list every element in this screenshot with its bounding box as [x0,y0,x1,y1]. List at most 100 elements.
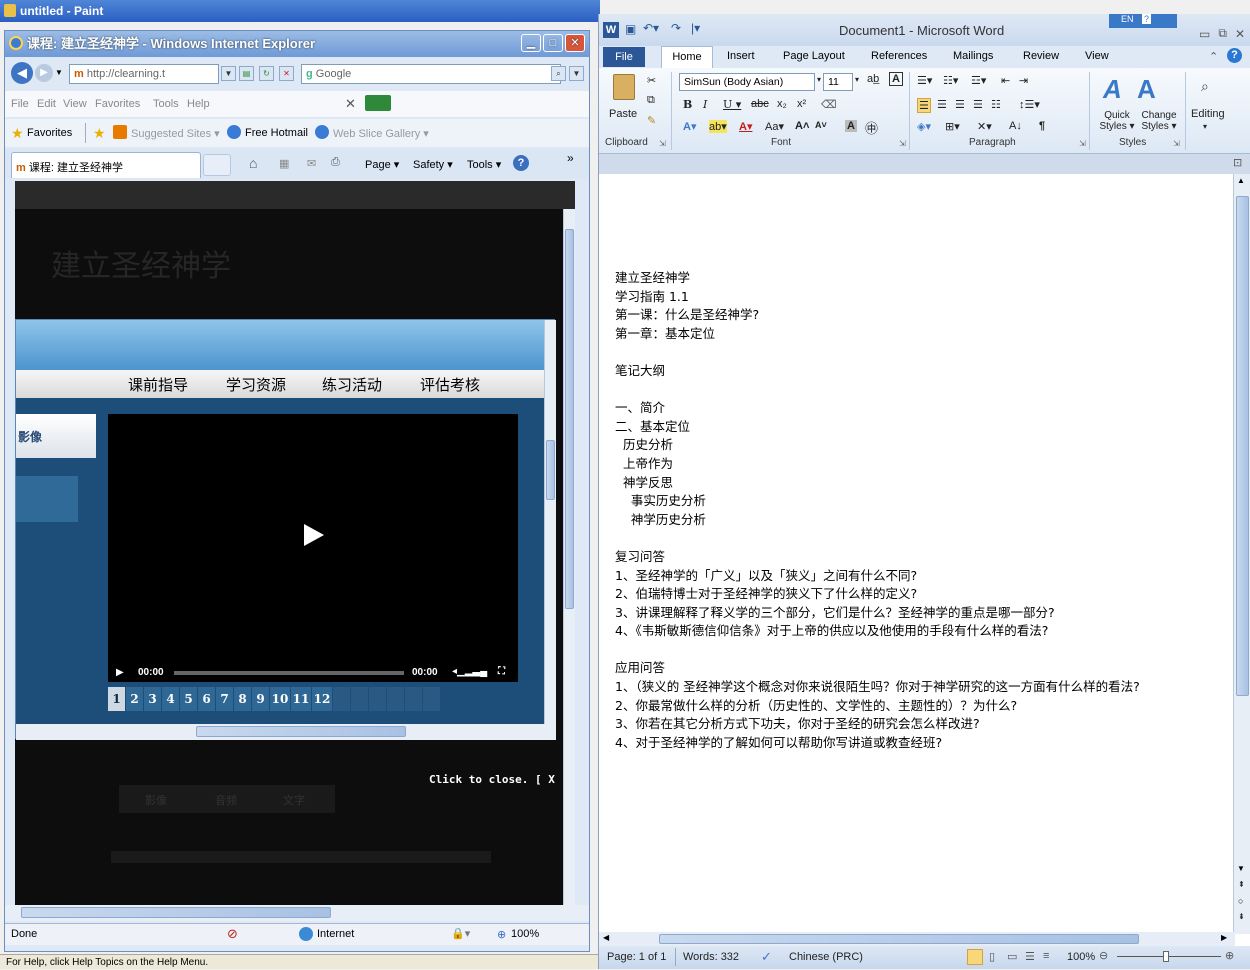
page-button-4[interactable]: 4 [162,687,179,711]
view-ruler-icon[interactable]: ⊡ [1233,156,1242,169]
page-button-3[interactable]: 3 [144,687,161,711]
document-line[interactable]: 4、《韦斯敏斯德信仰信条》对于上帝的供应以及他使用的手段有什么样的看法? [615,622,1235,641]
document-line[interactable]: 1、圣经神学的「广义」以及「狭义」之间有什么不同? [615,567,1235,586]
play-icon[interactable] [304,524,324,546]
page-scroll-thumb[interactable] [565,229,574,609]
document-line[interactable]: 4、对于圣经神学的了解如何可以帮助你写讲道或教查经班? [615,734,1235,753]
increase-indent-icon[interactable]: ⇥ [1019,74,1028,87]
document-line[interactable]: 事实历史分析 [615,492,1235,511]
select-browse-object-icon[interactable]: ○ [1238,896,1243,906]
status-zoom[interactable]: 100% [511,928,539,940]
document-line[interactable]: 第一章：基本定位 [615,325,1235,344]
font-color-icon[interactable]: A▾ [739,120,752,133]
change-styles-button[interactable]: Change Styles ▾ [1139,110,1179,132]
word-horizontal-scrollbar[interactable]: ◀ ▶ [599,932,1235,946]
video-progress-bar[interactable] [174,671,404,675]
restore-button[interactable]: ⧉ [1218,26,1227,41]
scroll-left-icon[interactable]: ◀ [603,933,609,942]
justify-button[interactable]: ☰ [973,98,983,111]
ie-horizontal-scrollbar[interactable] [5,905,589,921]
page-button-11[interactable]: 11 [291,687,311,711]
zoom-slider[interactable] [1117,956,1221,957]
protected-mode-icon[interactable]: 🔒▾ [451,927,470,940]
menu-help[interactable]: Help [187,98,210,110]
shrink-font-icon[interactable]: A˅ [815,120,827,130]
page-button-12[interactable]: 12 [312,687,332,711]
page-button-9[interactable]: 9 [252,687,269,711]
redo-icon[interactable]: ↷ [671,21,681,35]
menu-favorites[interactable]: Favorites [95,98,140,110]
address-bar[interactable]: m http://clearning.t [69,64,219,84]
page-button-10[interactable]: 10 [270,687,290,711]
suggested-sites-link[interactable]: Suggested Sites ▾ [131,127,220,140]
document-line[interactable] [615,343,1235,362]
zoom-out-icon[interactable]: ⊖ [1099,949,1108,962]
tab-references[interactable]: References [871,50,927,62]
privacy-icon[interactable]: ⊘ [227,926,238,942]
paste-button[interactable]: Paste [609,108,637,120]
numbering-icon[interactable]: ☷▾ [943,74,958,87]
popup-hscroll-thumb[interactable] [196,726,406,737]
refresh-icon[interactable]: ↻ [259,66,274,81]
zoom-in-icon[interactable]: ⊕ [1225,949,1234,962]
scroll-down-icon[interactable]: ▼ [1237,864,1245,873]
tab-review[interactable]: Review [1023,50,1059,62]
show-formatting-icon[interactable]: ¶ [1039,120,1045,132]
video-player[interactable] [108,414,518,664]
document-line[interactable]: 应用问答 [615,659,1235,678]
word-hscroll-thumb[interactable] [659,934,1139,944]
font-size-select[interactable]: 11 [823,73,853,91]
shading-icon[interactable]: ◈▾ [917,120,931,133]
bold-button[interactable]: B [683,98,692,111]
popup-horizontal-scrollbar[interactable] [16,724,556,740]
tab-view[interactable]: View [1085,50,1109,62]
help-icon[interactable]: ? [1142,14,1152,24]
document-line[interactable]: 笔记大纲 [615,362,1235,381]
tab-insert[interactable]: Insert [727,50,755,62]
multilevel-list-icon[interactable]: ☲▾ [971,74,986,87]
dialog-launcher-icon[interactable]: ⇲ [1173,139,1180,148]
document-page[interactable]: 建立圣经神学 学习指南 1.1 第一课：什么是圣经神学? 第一章：基本定位 笔记大纲 一、… [599,174,1235,934]
history-dropdown-icon[interactable]: ▼ [55,68,63,77]
page-button-1[interactable]: 1 [108,687,125,711]
borders-icon[interactable]: ⊞▾ [945,120,960,133]
cut-icon[interactable]: ✂ [647,74,656,87]
side-tab-video[interactable]: 影像 [16,414,96,458]
print-layout-icon[interactable] [967,949,983,965]
page-button-6[interactable]: 6 [198,687,215,711]
click-to-close-button[interactable]: Click to close. [ X ] [429,773,568,786]
paste-icon[interactable] [613,74,635,100]
feeds-icon[interactable]: ▦ [279,157,289,170]
tools-menu[interactable]: Tools ▾ [467,158,501,171]
document-line[interactable]: 3、你若在其它分析方式下功夫，你对于圣经的研究会怎么样改进? [615,715,1235,734]
font-name-dropdown-icon[interactable]: ▾ [817,75,821,84]
grow-font-icon[interactable]: A˄ [795,120,809,132]
document-line[interactable] [615,641,1235,660]
menu-tools[interactable]: Tools [153,98,179,110]
previous-page-icon[interactable]: ⇞ [1238,880,1245,889]
save-icon[interactable]: ▣ [625,22,636,36]
stop-icon[interactable]: ✕ [279,66,294,81]
side-tab-secondary[interactable] [16,476,78,522]
menu-edit[interactable]: Edit [37,98,56,110]
distributed-button[interactable]: ☷ [991,98,1001,111]
quick-styles-button[interactable]: Quick Styles ▾ [1099,110,1135,132]
document-line[interactable]: 一、简介 [615,399,1235,418]
dialog-launcher-icon[interactable]: ⇲ [899,139,906,148]
full-screen-reading-icon[interactable]: ▯ [989,950,995,963]
help-icon[interactable]: ? [513,155,529,171]
character-border-icon[interactable]: A [889,72,903,86]
document-line[interactable] [615,529,1235,548]
binoculars-icon[interactable]: ⌕ [1201,78,1209,95]
ie-hscroll-thumb[interactable] [21,907,331,918]
document-line[interactable]: 上帝作为 [615,455,1235,474]
underline-button[interactable]: U ▾ [723,98,741,111]
quick-styles-icon[interactable]: A [1103,74,1122,105]
align-center-button[interactable]: ☰ [937,98,947,111]
close-button[interactable]: ✕ [565,34,585,52]
page-button-8[interactable]: 8 [234,687,251,711]
word-scroll-thumb[interactable] [1236,196,1249,696]
page-menu[interactable]: Page ▾ [365,158,399,171]
tab-page-layout[interactable]: Page Layout [783,50,845,62]
nav-practice-activities[interactable]: 练习活动 [322,374,382,395]
